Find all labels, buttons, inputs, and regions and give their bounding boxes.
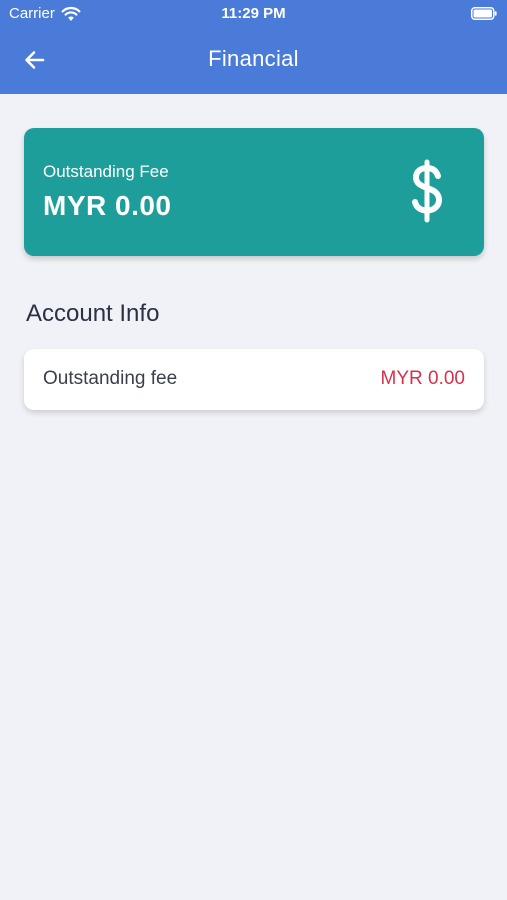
account-info-title: Account Info (26, 300, 160, 327)
status-time: 11:29 PM (221, 5, 286, 22)
battery-icon (471, 7, 497, 20)
info-row-value: MYR 0.00 (380, 368, 465, 389)
dollar-icon (412, 159, 443, 223)
page-title: Financial (208, 46, 299, 71)
outstanding-fee-card[interactable]: Outstanding Fee MYR 0.00 (24, 128, 484, 256)
fee-card-label: Outstanding Fee (43, 162, 169, 181)
outstanding-fee-row[interactable]: Outstanding fee MYR 0.00 (24, 349, 484, 410)
app-header: Carrier 11:29 PM Financial (0, 0, 507, 94)
info-row-label: Outstanding fee (43, 368, 178, 389)
fee-card-amount: MYR 0.00 (43, 190, 172, 221)
status-bar: Carrier 11:29 PM (0, 0, 507, 28)
nav-bar: Financial (0, 28, 507, 94)
